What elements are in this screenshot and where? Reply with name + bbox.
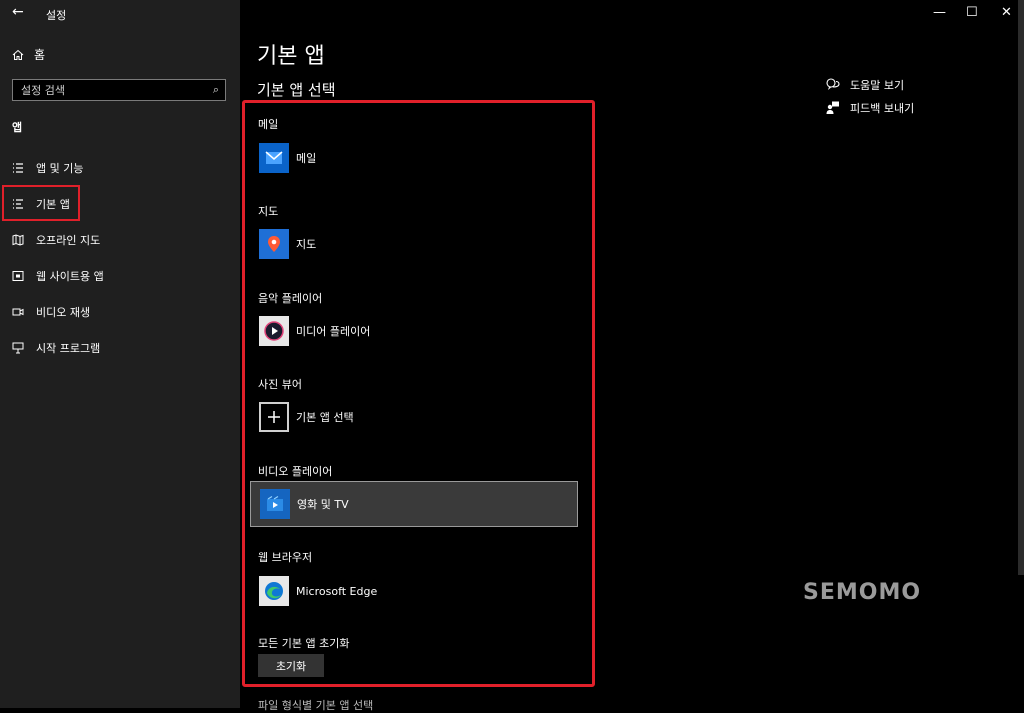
category-label-video-player: 비디오 플레이어	[258, 465, 333, 478]
search-input[interactable]	[19, 82, 203, 98]
offline-map-icon	[12, 234, 24, 246]
sidebar-item-apps-features[interactable]: 앱 및 기능	[12, 158, 83, 178]
sidebar-item-label: 오프라인 지도	[36, 234, 101, 247]
app-name: 영화 및 TV	[297, 498, 349, 511]
minimize-button[interactable]: —	[933, 5, 946, 20]
sidebar-item-video-playback[interactable]: 비디오 재생	[12, 302, 90, 322]
app-name: 지도	[296, 238, 317, 251]
sidebar-item-label: 앱 및 기능	[36, 162, 84, 175]
plus-icon	[259, 402, 289, 432]
sidebar-item-default-apps[interactable]: 기본 앱	[12, 194, 70, 214]
default-app-video-button[interactable]: 영화 및 TV	[250, 481, 578, 527]
category-label-maps: 지도	[258, 205, 279, 218]
sidebar-item-label: 시작 프로그램	[36, 342, 101, 355]
media-player-icon	[259, 316, 289, 346]
window-title: 설정	[46, 9, 67, 22]
sidebar-item-offline-maps[interactable]: 오프라인 지도	[12, 230, 100, 250]
choose-by-file-type-link[interactable]: 파일 형식별 기본 앱 선택	[258, 697, 373, 713]
app-name: 기본 앱 선택	[296, 411, 354, 424]
scrollbar[interactable]	[1018, 0, 1024, 575]
category-label-mail: 메일	[258, 118, 279, 131]
startup-icon	[12, 342, 24, 354]
feedback-link[interactable]: 피드백 보내기	[826, 100, 914, 116]
page-title: 기본 앱	[257, 44, 325, 69]
section-label-apps: 앱	[12, 121, 23, 134]
app-name: 미디어 플레이어	[296, 325, 371, 338]
sidebar-item-startup[interactable]: 시작 프로그램	[12, 338, 100, 358]
close-button[interactable]: ✕	[1001, 5, 1012, 20]
back-arrow-icon[interactable]: ←	[12, 4, 24, 20]
home-link[interactable]: 홈	[12, 46, 45, 63]
app-name: 메일	[296, 152, 317, 165]
sidebar-item-website-apps[interactable]: 웹 사이트용 앱	[12, 266, 104, 286]
reset-button[interactable]: 초기화	[258, 654, 324, 677]
category-label-music-player: 음악 플레이어	[258, 292, 323, 305]
feedback-label: 피드백 보내기	[850, 102, 915, 115]
website-app-icon	[12, 271, 24, 281]
maps-icon	[259, 229, 289, 259]
help-link[interactable]: 도움말 보기	[826, 77, 904, 93]
default-apps-icon	[13, 199, 23, 209]
maximize-button[interactable]: ☐	[966, 5, 978, 20]
category-label-web-browser: 웹 브라우저	[258, 551, 313, 564]
sidebar-item-label: 웹 사이트용 앱	[36, 270, 104, 283]
search-icon[interactable]: ⌕	[213, 83, 219, 97]
home-icon	[12, 49, 24, 60]
video-icon	[12, 308, 24, 316]
movies-tv-icon	[260, 489, 290, 519]
category-label-photo-viewer: 사진 뷰어	[258, 378, 302, 391]
sidebar-item-label: 기본 앱	[36, 198, 70, 211]
mail-icon	[259, 143, 289, 173]
default-app-maps-button[interactable]: 지도	[250, 221, 578, 267]
search-box[interactable]: ⌕	[12, 79, 226, 101]
default-app-music-button[interactable]: 미디어 플레이어	[250, 308, 578, 354]
reset-label: 모든 기본 앱 초기화	[258, 637, 350, 650]
feedback-icon	[826, 101, 839, 114]
sidebar-item-label: 비디오 재생	[36, 306, 91, 319]
help-label: 도움말 보기	[850, 79, 905, 92]
sidebar: ← 설정 홈 ⌕ 앱 앱 및 기능 기본 앱 오프라인 지도 웹	[0, 0, 240, 708]
default-app-mail-button[interactable]: 메일	[250, 135, 578, 181]
default-app-photo-button[interactable]: 기본 앱 선택	[250, 394, 578, 440]
apps-list-icon	[13, 163, 23, 173]
app-name: Microsoft Edge	[296, 584, 378, 598]
default-app-browser-button[interactable]: Microsoft Edge	[250, 568, 578, 614]
watermark: SEMOMO	[803, 580, 922, 605]
edge-icon	[259, 576, 289, 606]
help-chat-icon	[826, 78, 840, 90]
home-label: 홈	[34, 48, 46, 62]
section-title: 기본 앱 선택	[257, 81, 336, 99]
